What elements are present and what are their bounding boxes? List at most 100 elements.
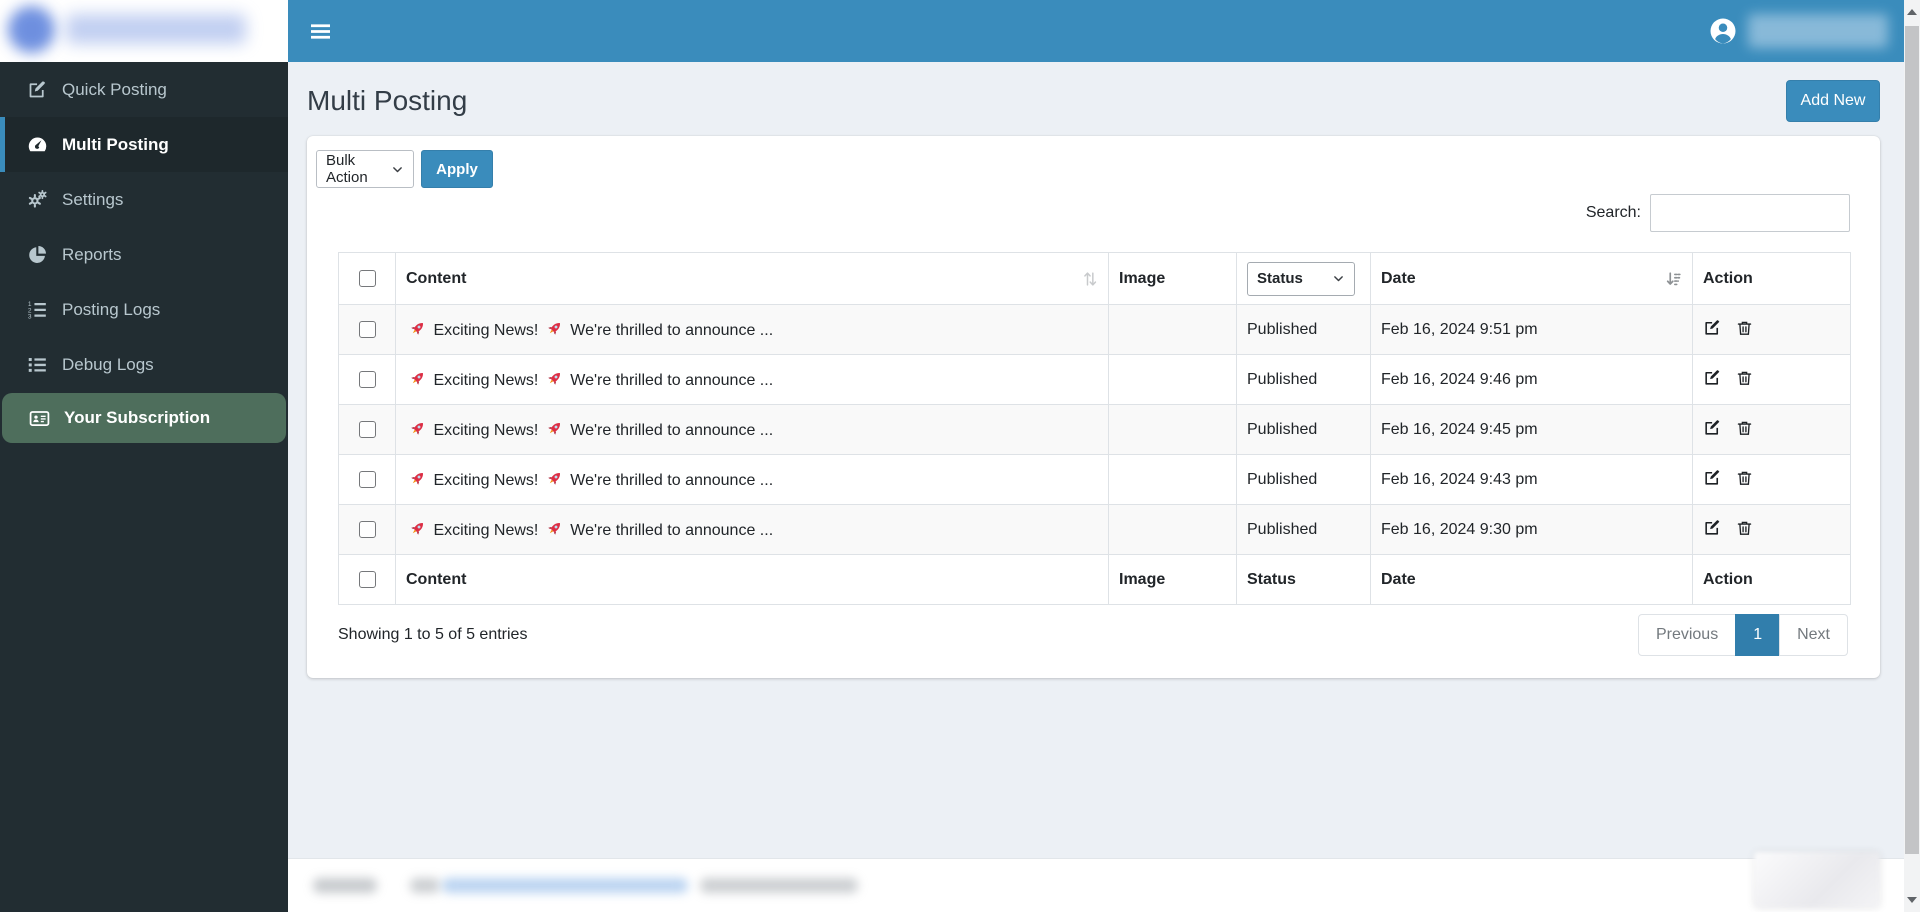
edit-icon[interactable] (1703, 368, 1722, 387)
search-input[interactable] (1650, 194, 1850, 232)
sidebar-item-label: Quick Posting (62, 79, 167, 99)
row-content: Exciting News! We're thrilled to announc… (395, 454, 1109, 505)
sidebar-item-your-subscription[interactable]: Your Subscription (2, 393, 286, 443)
search-row: Search: (307, 194, 1880, 232)
status-filter-select[interactable]: Status (1247, 261, 1355, 296)
user-menu[interactable] (1708, 0, 1888, 62)
row-content: Exciting News! We're thrilled to announc… (395, 404, 1109, 455)
bulk-toolbar: Bulk Action Apply (307, 136, 1880, 188)
add-new-button[interactable]: Add New (1786, 80, 1880, 122)
rocket-emoji (545, 369, 564, 388)
table-row: Exciting News! We're thrilled to announc… (338, 304, 1851, 355)
row-date: Feb 16, 2024 9:46 pm (1370, 354, 1693, 405)
footer-column-content: Content (395, 554, 1109, 605)
gears-icon (25, 189, 49, 211)
logo-text-blurred (66, 14, 246, 44)
row-checkbox[interactable] (358, 320, 376, 338)
row-date: Feb 16, 2024 9:51 pm (1370, 304, 1693, 355)
row-image (1108, 404, 1237, 455)
row-checkbox[interactable] (358, 470, 376, 488)
trash-icon[interactable] (1736, 369, 1753, 387)
row-checkbox[interactable] (358, 370, 376, 388)
pagination-previous-button[interactable]: Previous (1637, 614, 1737, 656)
footer-link-blurred (442, 878, 688, 893)
entries-summary: Showing 1 to 5 of 5 entries (338, 626, 528, 643)
footer-column-action: Action (1692, 554, 1851, 605)
column-header-status: Status (1236, 252, 1371, 305)
content-header: Multi Posting Add New (288, 62, 1904, 136)
edit-icon[interactable] (1703, 468, 1722, 487)
row-status: Published (1236, 504, 1371, 555)
row-content: Exciting News! We're thrilled to announc… (395, 504, 1109, 555)
app-logo[interactable] (0, 0, 288, 62)
id-card-icon (27, 407, 51, 429)
scrollbar-thumb[interactable] (1905, 26, 1919, 854)
edit-icon[interactable] (1703, 418, 1722, 437)
table-row: Exciting News! We're thrilled to announc… (338, 504, 1851, 555)
bulk-action-select[interactable]: Bulk Action (316, 150, 414, 188)
pagination-page-1-button[interactable]: 1 (1735, 614, 1781, 656)
rocket-emoji (545, 319, 564, 338)
trash-icon[interactable] (1736, 519, 1753, 537)
row-status: Published (1236, 304, 1371, 355)
sidebar-item-debug-logs[interactable]: Debug Logs (0, 337, 288, 392)
scrollbar-down-arrow[interactable] (1904, 892, 1920, 908)
dashboard-icon (25, 134, 49, 156)
rocket-emoji (545, 469, 564, 488)
row-content: Exciting News! We're thrilled to announc… (395, 304, 1109, 355)
table-footer-header-row: Content Image Status Date Action (338, 554, 1851, 605)
vertical-scrollbar[interactable] (1904, 0, 1920, 912)
sidebar-item-reports[interactable]: Reports (0, 227, 288, 282)
posts-table: Content Image Status Date Action Excitin… (338, 252, 1851, 605)
footer-text-blurred (313, 878, 377, 893)
row-checkbox[interactable] (358, 420, 376, 438)
list-icon (25, 354, 49, 376)
column-header-image: Image (1108, 252, 1237, 305)
row-checkbox[interactable] (358, 520, 376, 538)
trash-icon[interactable] (1736, 319, 1753, 337)
row-image (1108, 454, 1237, 505)
trash-icon[interactable] (1736, 419, 1753, 437)
user-circle-icon (1708, 16, 1738, 46)
widget-blurred (1754, 852, 1880, 908)
footer-column-image: Image (1108, 554, 1237, 605)
pagination-next-button[interactable]: Next (1779, 614, 1848, 656)
sidebar-item-posting-logs[interactable]: 1 2 3 Posting Logs (0, 282, 288, 337)
pagination: Previous 1 Next (1637, 614, 1848, 656)
edit-icon[interactable] (1703, 518, 1722, 537)
sidebar: Quick Posting Multi Posting Settings Report… (0, 0, 288, 912)
rocket-emoji (408, 519, 427, 538)
edit-square-icon (25, 79, 49, 101)
select-all-checkbox[interactable] (358, 269, 376, 287)
rocket-emoji (408, 369, 427, 388)
apply-button[interactable]: Apply (421, 150, 493, 188)
sidebar-item-label: Posting Logs (62, 299, 161, 319)
footer-text-blurred (410, 878, 440, 893)
search-label: Search: (1585, 204, 1641, 221)
row-content: Exciting News! We're thrilled to announc… (395, 354, 1109, 405)
table-header-row: Content Image Status Date Action (338, 252, 1851, 305)
column-header-content[interactable]: Content (395, 252, 1109, 305)
sidebar-item-label: Debug Logs (62, 354, 154, 374)
page-title: Multi Posting (307, 85, 468, 116)
trash-icon[interactable] (1736, 469, 1753, 487)
select-all-checkbox[interactable] (358, 570, 376, 588)
sidebar-item-multi-posting[interactable]: Multi Posting (0, 117, 288, 172)
rocket-emoji (408, 419, 427, 438)
footer-column-date: Date (1370, 554, 1693, 605)
multi-posting-app: Quick Posting Multi Posting Settings Report… (0, 0, 1920, 912)
row-image (1108, 504, 1237, 555)
edit-icon[interactable] (1703, 318, 1722, 337)
sidebar-item-label: Settings (62, 189, 124, 209)
sidebar-item-label: Your Subscription (64, 408, 211, 427)
hamburger-menu-icon[interactable] (305, 16, 335, 46)
username-blurred (1748, 14, 1888, 48)
scrollbar-up-arrow[interactable] (1904, 4, 1920, 20)
table-row: Exciting News! We're thrilled to announc… (338, 404, 1851, 455)
sidebar-item-settings[interactable]: Settings (0, 172, 288, 227)
row-image (1108, 304, 1237, 355)
svg-text:3: 3 (27, 313, 31, 320)
rocket-emoji (545, 519, 564, 538)
sidebar-item-quick-posting[interactable]: Quick Posting (0, 62, 288, 117)
column-header-date[interactable]: Date (1370, 252, 1693, 305)
